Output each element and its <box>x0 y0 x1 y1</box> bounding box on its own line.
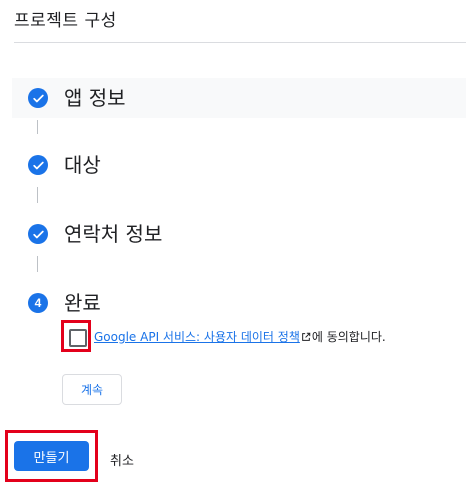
step-audience[interactable]: 대상 <box>12 145 466 185</box>
step-finish[interactable]: 4 완료 <box>12 283 466 323</box>
step-label: 완료 <box>64 291 101 315</box>
checkbox-highlight-frame <box>61 320 91 352</box>
consent-text: Google API 서비스: 사용자 데이터 정책 에 동의합니다. <box>94 328 386 345</box>
consent-checkbox[interactable] <box>69 329 87 347</box>
cancel-button[interactable]: 취소 <box>110 450 134 469</box>
step-number-badge: 4 <box>28 293 48 313</box>
header-divider <box>14 42 466 43</box>
consent-suffix: 에 동의합니다. <box>311 330 386 344</box>
step-connector <box>37 187 38 203</box>
continue-button[interactable]: 계속 <box>62 374 122 405</box>
step-label: 연락처 정보 <box>64 222 163 246</box>
create-button[interactable]: 만들기 <box>14 441 89 471</box>
step-connector <box>37 256 38 272</box>
user-data-policy-link[interactable]: Google API 서비스: 사용자 데이터 정책 <box>94 330 300 344</box>
create-highlight-frame: 만들기 <box>5 430 98 482</box>
check-icon <box>28 155 48 175</box>
page-title: 프로젝트 구성 <box>14 11 117 31</box>
step-contact-info[interactable]: 연락처 정보 <box>12 214 466 254</box>
step-app-info[interactable]: 앱 정보 <box>12 78 466 118</box>
step-connector <box>37 120 38 134</box>
check-icon <box>28 88 48 108</box>
step-label: 앱 정보 <box>64 86 126 110</box>
step-label: 대상 <box>64 153 101 177</box>
check-icon <box>28 224 48 244</box>
external-link-icon[interactable] <box>301 331 311 341</box>
